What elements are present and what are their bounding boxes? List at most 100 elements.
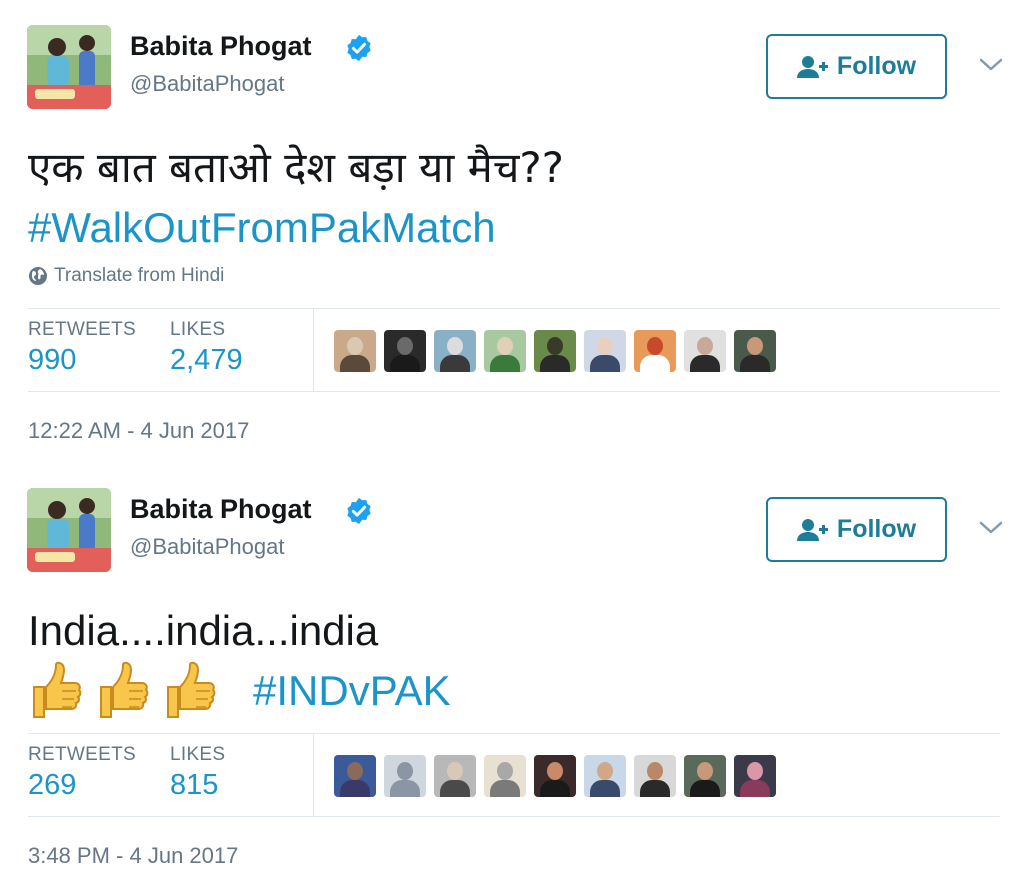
liker-avatar[interactable] bbox=[734, 330, 776, 372]
liker-avatar-head bbox=[497, 337, 513, 355]
liker-avatar-body bbox=[640, 355, 670, 372]
liker-avatar[interactable] bbox=[384, 755, 426, 797]
liker-avatar[interactable] bbox=[534, 330, 576, 372]
likes-stat[interactable]: LIKES 2,479 bbox=[170, 319, 243, 377]
globe-icon bbox=[29, 267, 47, 285]
thumbs-up-icon bbox=[33, 661, 82, 718]
liker-avatar-body bbox=[540, 355, 570, 372]
liker-avatar-body bbox=[490, 780, 520, 797]
liker-avatar-head bbox=[347, 762, 363, 780]
thumbs-up-icon bbox=[167, 661, 216, 718]
retweets-count: 269 bbox=[28, 769, 77, 801]
author-handle[interactable]: @BabitaPhogat bbox=[130, 71, 284, 97]
liker-avatar-head bbox=[597, 762, 613, 780]
translate-label: Translate from Hindi bbox=[54, 265, 225, 286]
author-handle[interactable]: @BabitaPhogat bbox=[130, 534, 284, 560]
liker-avatar-head bbox=[647, 762, 663, 780]
tweet-emoji-row: #INDvPAK bbox=[28, 661, 451, 721]
likers-avatars bbox=[334, 330, 776, 372]
liker-avatar-head bbox=[697, 337, 713, 355]
follow-button[interactable]: Follow bbox=[766, 497, 947, 562]
tweet-stats: RETWEETS 990 LIKES 2,479 bbox=[28, 308, 1000, 392]
liker-avatar[interactable] bbox=[484, 755, 526, 797]
author-name[interactable]: Babita Phogat bbox=[130, 494, 312, 525]
liker-avatar-head bbox=[447, 762, 463, 780]
retweets-label: RETWEETS bbox=[28, 744, 136, 765]
tweet-text: India....india...india #INDvPAK bbox=[28, 601, 451, 721]
liker-avatar[interactable] bbox=[334, 330, 376, 372]
likes-label: LIKES bbox=[170, 744, 226, 765]
liker-avatar[interactable] bbox=[634, 330, 676, 372]
tweet-body: एक बात बताओ देश बड़ा या मैच?? bbox=[28, 143, 564, 192]
liker-avatar-body bbox=[590, 355, 620, 372]
tweet-timestamp[interactable]: 12:22 AM - 4 Jun 2017 bbox=[28, 418, 249, 444]
add-user-icon bbox=[796, 55, 828, 78]
liker-avatar-head bbox=[547, 762, 563, 780]
likes-label: LIKES bbox=[170, 319, 226, 340]
liker-avatar-head bbox=[347, 337, 363, 355]
follow-label: Follow bbox=[836, 52, 917, 80]
author-avatar[interactable] bbox=[27, 488, 111, 572]
follow-button[interactable]: Follow bbox=[766, 34, 947, 99]
liker-avatar-body bbox=[690, 355, 720, 372]
liker-avatar-body bbox=[440, 355, 470, 372]
liker-avatar[interactable] bbox=[734, 755, 776, 797]
liker-avatar-head bbox=[597, 337, 613, 355]
tweet-timestamp[interactable]: 3:48 PM - 4 Jun 2017 bbox=[28, 843, 238, 869]
liker-avatar-head bbox=[397, 762, 413, 780]
liker-avatar[interactable] bbox=[634, 755, 676, 797]
tweet-text: एक बात बताओ देश बड़ा या मैच?? #WalkOutFr… bbox=[28, 138, 564, 258]
likes-stat[interactable]: LIKES 815 bbox=[170, 744, 225, 802]
stats-divider bbox=[313, 309, 314, 391]
liker-avatar[interactable] bbox=[384, 330, 426, 372]
liker-avatar-body bbox=[340, 780, 370, 797]
retweets-stat[interactable]: RETWEETS 269 bbox=[28, 744, 136, 802]
liker-avatar-body bbox=[390, 355, 420, 372]
liker-avatar[interactable] bbox=[484, 330, 526, 372]
add-user-icon bbox=[796, 518, 828, 541]
liker-avatar-body bbox=[740, 355, 770, 372]
stats-divider bbox=[313, 734, 314, 816]
liker-avatar-head bbox=[447, 337, 463, 355]
author-name[interactable]: Babita Phogat bbox=[130, 31, 312, 62]
liker-avatar-head bbox=[647, 337, 663, 355]
tweet-card: Babita Phogat @BabitaPhogat Follow India… bbox=[0, 463, 1024, 882]
translate-link[interactable]: Translate from Hindi bbox=[28, 265, 224, 287]
liker-avatar-body bbox=[740, 780, 770, 797]
liker-avatar[interactable] bbox=[434, 330, 476, 372]
retweets-label: RETWEETS bbox=[28, 319, 136, 340]
liker-avatar[interactable] bbox=[584, 330, 626, 372]
liker-avatar-head bbox=[747, 337, 763, 355]
liker-avatar-head bbox=[547, 337, 563, 355]
author-avatar[interactable] bbox=[27, 25, 111, 109]
liker-avatar-body bbox=[540, 780, 570, 797]
liker-avatar-body bbox=[490, 355, 520, 372]
verified-badge-icon bbox=[347, 34, 371, 62]
follow-label: Follow bbox=[836, 515, 917, 543]
hashtag-link[interactable]: #WalkOutFromPakMatch bbox=[28, 198, 564, 258]
liker-avatar-body bbox=[390, 780, 420, 797]
liker-avatar[interactable] bbox=[684, 330, 726, 372]
liker-avatar-head bbox=[697, 762, 713, 780]
liker-avatar[interactable] bbox=[434, 755, 476, 797]
chevron-down-icon[interactable] bbox=[978, 518, 1004, 538]
liker-avatar-head bbox=[747, 762, 763, 780]
chevron-down-icon[interactable] bbox=[978, 55, 1004, 75]
hashtag-link[interactable]: #INDvPAK bbox=[253, 661, 451, 721]
tweet-stats: RETWEETS 269 LIKES 815 bbox=[28, 733, 1000, 817]
verified-badge-icon bbox=[347, 497, 371, 525]
retweets-count: 990 bbox=[28, 344, 77, 376]
tweet-card: Babita Phogat @BabitaPhogat Follow एक बा… bbox=[0, 0, 1024, 462]
liker-avatar[interactable] bbox=[584, 755, 626, 797]
retweets-stat[interactable]: RETWEETS 990 bbox=[28, 319, 136, 377]
liker-avatar-head bbox=[497, 762, 513, 780]
liker-avatar[interactable] bbox=[334, 755, 376, 797]
liker-avatar-body bbox=[690, 780, 720, 797]
likers-avatars bbox=[334, 755, 776, 797]
liker-avatar-body bbox=[590, 780, 620, 797]
liker-avatar-head bbox=[397, 337, 413, 355]
liker-avatar-body bbox=[640, 780, 670, 797]
liker-avatar-body bbox=[440, 780, 470, 797]
liker-avatar[interactable] bbox=[684, 755, 726, 797]
liker-avatar[interactable] bbox=[534, 755, 576, 797]
